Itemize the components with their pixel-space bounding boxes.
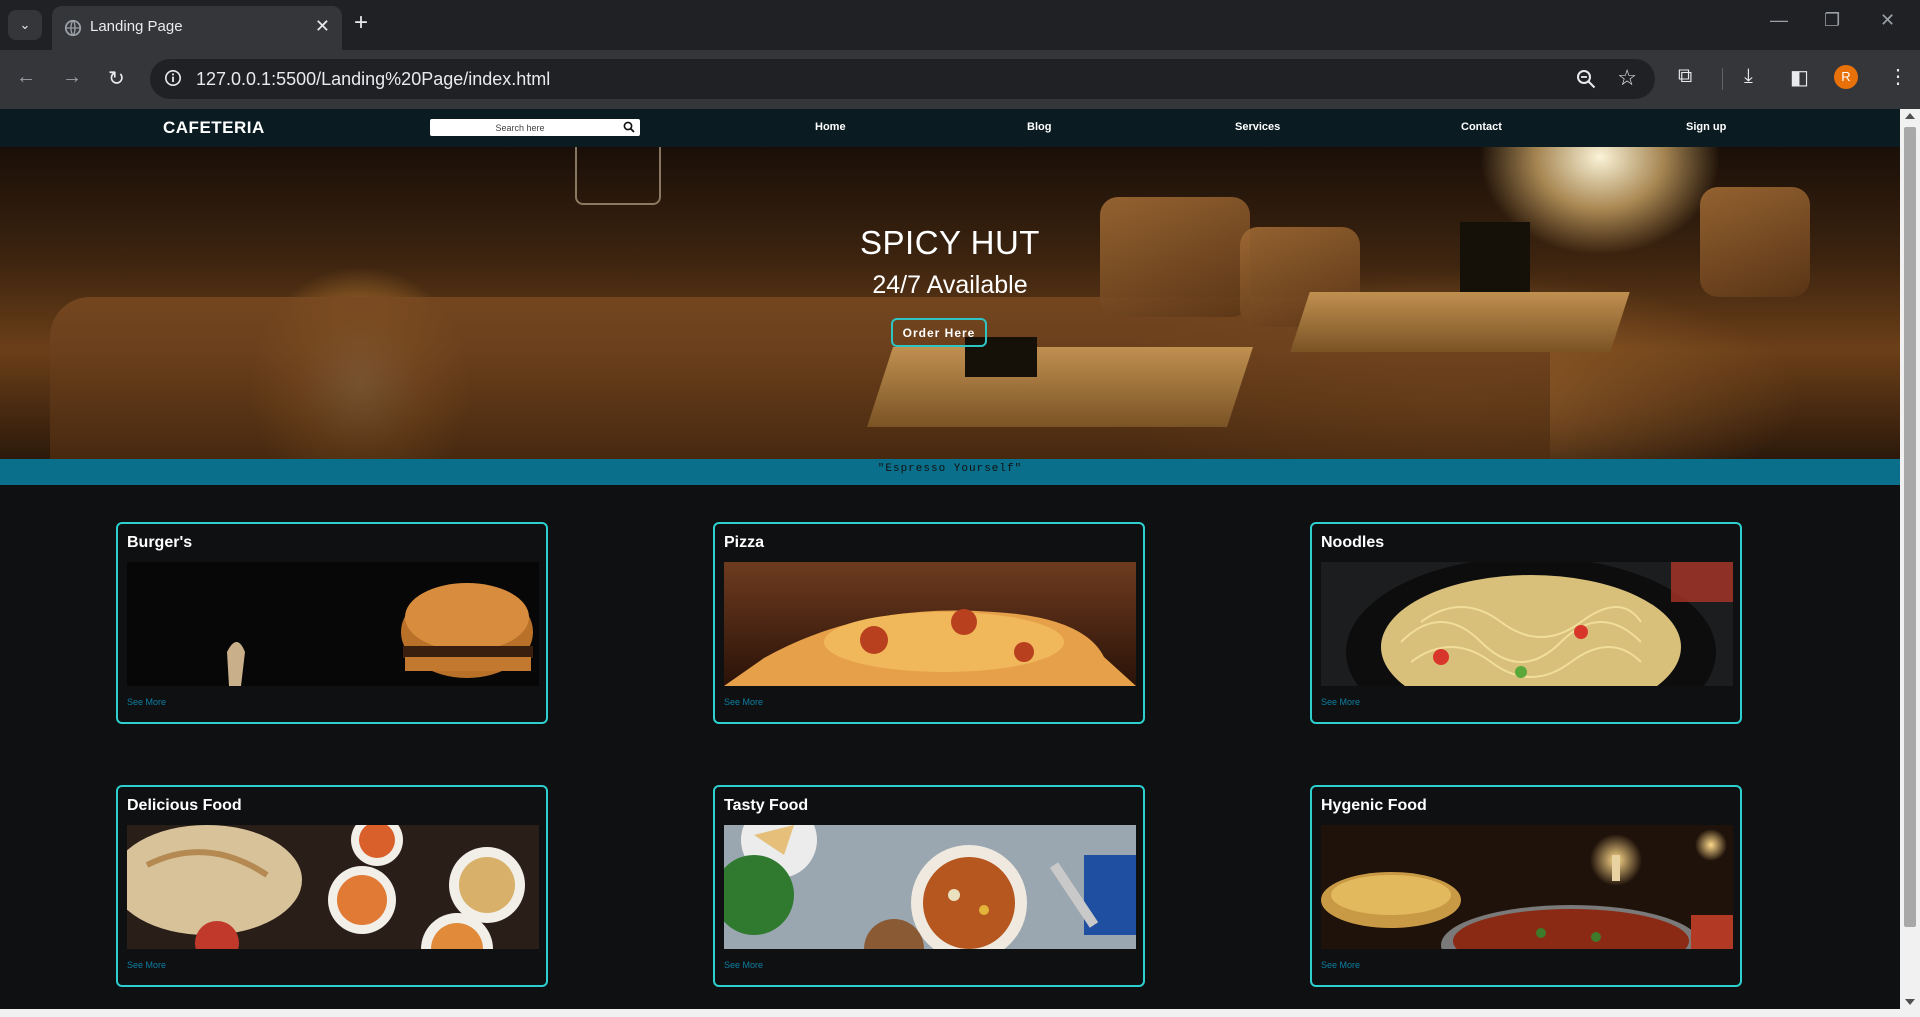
nav-services[interactable]: Services (1235, 121, 1280, 133)
back-icon[interactable]: ← (16, 66, 36, 89)
hero-table (867, 347, 1253, 427)
browser-tab[interactable]: Landing Page ✕ (52, 6, 342, 50)
card-title: Noodles (1321, 534, 1385, 551)
restore-button[interactable]: ❐ (1824, 10, 1840, 31)
pizza-image (724, 562, 1136, 686)
nav-sign-up[interactable]: Sign up (1686, 121, 1726, 133)
menu-icon[interactable]: ⋮ (1888, 64, 1908, 89)
see-more-link[interactable]: See More (1321, 960, 1360, 970)
profile-avatar[interactable]: R (1834, 65, 1858, 89)
toolbar-divider (1722, 68, 1723, 90)
site-logo[interactable]: CAFETERIA (163, 118, 265, 138)
nav-contact[interactable]: Contact (1461, 121, 1502, 133)
side-panel-icon[interactable]: ◧ (1790, 65, 1809, 90)
see-more-link[interactable]: See More (724, 697, 763, 707)
hygenic-food-image (1321, 825, 1733, 949)
see-more-link[interactable]: See More (127, 960, 166, 970)
hero-title: SPICY HUT (860, 224, 1040, 261)
search-input[interactable] (430, 119, 610, 136)
minimize-button[interactable]: — (1770, 10, 1788, 31)
search-box (430, 119, 640, 136)
delicious-food-image (127, 825, 539, 949)
hero-banner: SPICY HUT 24/7 Available Order Here (0, 147, 1900, 459)
page-scrollbar[interactable] (1900, 109, 1920, 1009)
site-info-icon[interactable] (164, 69, 182, 87)
food-card-tasty: Tasty Food See More (713, 785, 1145, 987)
noodles-image (1321, 562, 1733, 686)
food-card-delicious: Delicious Food See More (116, 785, 548, 987)
forward-icon[interactable]: → (62, 66, 82, 89)
tab-search-icon[interactable]: ⌄ (8, 10, 42, 40)
card-title: Pizza (724, 534, 765, 551)
page-viewport: CAFETERIA Home Blog Services Contact Sig… (0, 109, 1900, 1009)
see-more-link[interactable]: See More (724, 960, 763, 970)
tab-close-icon[interactable]: ✕ (315, 16, 330, 37)
see-more-link[interactable]: See More (127, 697, 166, 707)
download-icon[interactable]: ⤓ (1744, 65, 1753, 88)
site-navbar: CAFETERIA Home Blog Services Contact Sig… (0, 109, 1900, 147)
food-card-burgers: Burger's See More (116, 522, 548, 724)
zoom-icon[interactable] (1575, 68, 1597, 90)
browser-toolbar: ← → ↻ 127.0.0.1:5500/Landing%20Page/inde… (0, 50, 1920, 109)
order-here-button[interactable]: Order Here (891, 318, 987, 347)
burger-image (127, 562, 539, 686)
hero-subtitle: 24/7 Available (872, 271, 1028, 299)
reload-icon[interactable]: ↻ (108, 66, 125, 91)
scrollbar-thumb[interactable] (1904, 127, 1916, 927)
bookmark-star-icon[interactable]: ☆ (1617, 65, 1637, 91)
scroll-up-arrow-icon[interactable] (1905, 113, 1915, 119)
scroll-down-arrow-icon[interactable] (1905, 999, 1915, 1005)
nav-blog[interactable]: Blog (1027, 121, 1051, 133)
browser-tab-strip: ⌄ Landing Page ✕ + — ❐ ✕ (0, 0, 1920, 50)
hero-table (1290, 292, 1630, 352)
url-text[interactable]: 127.0.0.1:5500/Landing%20Page/index.html (196, 69, 550, 90)
see-more-link[interactable]: See More (1321, 697, 1360, 707)
close-window-button[interactable]: ✕ (1880, 10, 1895, 31)
food-card-pizza: Pizza See More (713, 522, 1145, 724)
tagline-strip: "Espresso Yourself" (0, 459, 1900, 485)
search-icon[interactable] (623, 121, 635, 133)
tab-title: Landing Page (90, 18, 183, 35)
globe-icon (64, 19, 82, 37)
card-title: Delicious Food (127, 797, 242, 814)
hero-pendant-lamp (575, 147, 661, 205)
card-title: Hygenic Food (1321, 797, 1427, 814)
food-card-noodles: Noodles See More (1310, 522, 1742, 724)
food-card-hygenic: Hygenic Food See More (1310, 785, 1742, 987)
card-title: Burger's (127, 534, 193, 551)
card-title: Tasty Food (724, 797, 809, 814)
new-tab-button[interactable]: + (354, 11, 368, 35)
extensions-icon[interactable]: ⧉ (1678, 65, 1692, 88)
tasty-food-image (724, 825, 1136, 949)
address-bar[interactable]: 127.0.0.1:5500/Landing%20Page/index.html… (150, 59, 1655, 99)
nav-home[interactable]: Home (815, 121, 846, 133)
bottom-strip (0, 1009, 1920, 1017)
